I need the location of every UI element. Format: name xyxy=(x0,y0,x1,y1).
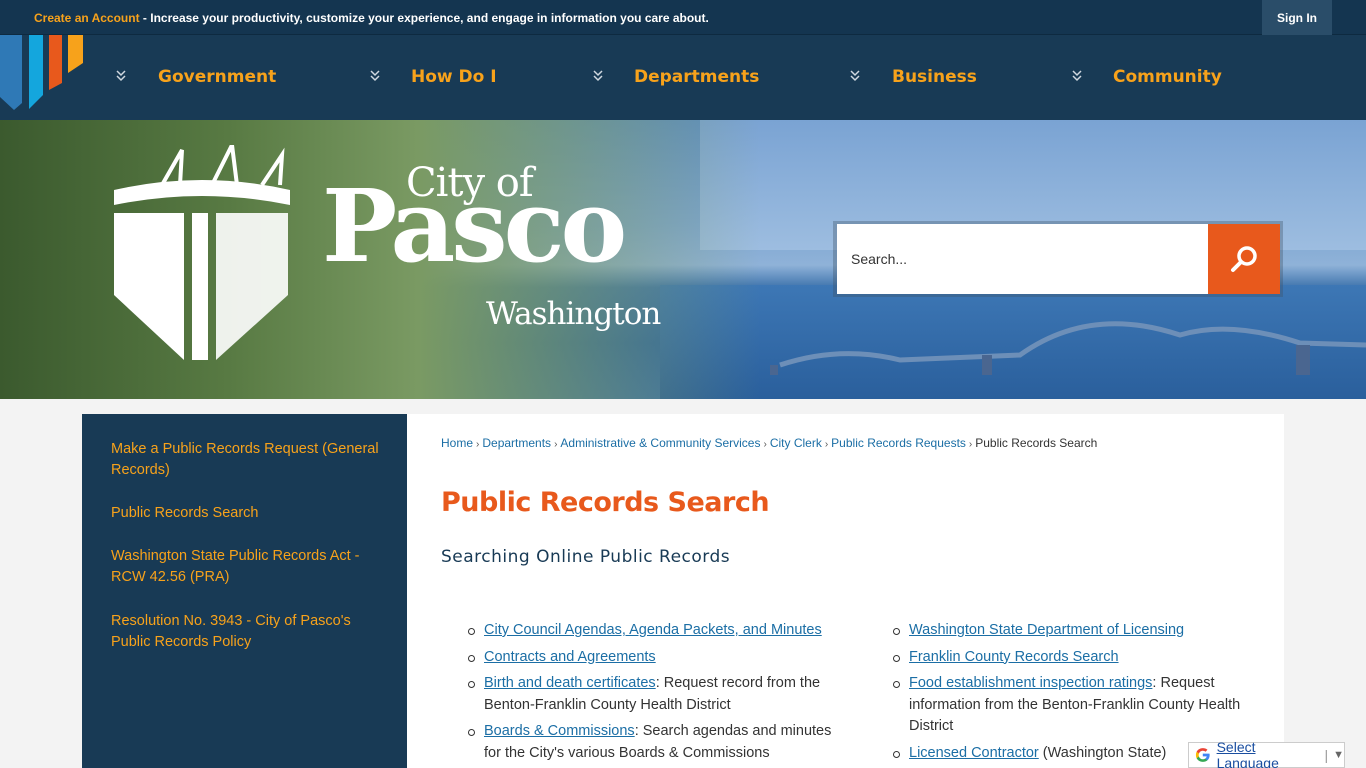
chevron-down-icon xyxy=(850,70,860,82)
page-title: Public Records Search xyxy=(441,487,770,518)
logo-stripes-icon xyxy=(0,35,83,110)
language-separator: | xyxy=(1324,747,1329,763)
breadcrumb-separator: › xyxy=(968,439,973,450)
breadcrumb-public-records-requests[interactable]: Public Records Requests xyxy=(831,436,966,450)
dropdown-arrow-icon: ▼ xyxy=(1333,749,1344,761)
nav-label: How Do I xyxy=(411,67,497,87)
chevron-down-icon xyxy=(116,70,126,82)
birth-death-certificates-link[interactable]: Birth and death certificates xyxy=(484,675,656,691)
boards-commissions-link[interactable]: Boards & Commissions xyxy=(484,723,635,739)
chevron-down-icon xyxy=(1072,70,1082,82)
language-selector[interactable]: Select Language | ▼ xyxy=(1188,739,1345,768)
nav-label: Departments xyxy=(634,67,760,87)
breadcrumb-city-clerk[interactable]: City Clerk xyxy=(770,436,822,450)
breadcrumb-separator: › xyxy=(824,439,829,450)
breadcrumb-current: Public Records Search xyxy=(975,436,1098,450)
wa-dol-link[interactable]: Washington State Department of Licensing xyxy=(909,622,1184,638)
list-item-text: (Washington State) xyxy=(1038,744,1167,761)
create-account-link[interactable]: Create an Account xyxy=(34,11,140,25)
bridge-image xyxy=(770,321,1366,375)
sidebar-item-public-records-search[interactable]: Public Records Search xyxy=(111,503,381,524)
list-item: Franklin County Records Search xyxy=(893,647,1253,669)
food-inspection-link[interactable]: Food establishment inspection ratings xyxy=(909,675,1152,691)
logo-washington: Washington xyxy=(486,296,661,332)
nav-label: Business xyxy=(892,67,977,87)
list-item: Food establishment inspection ratings: R… xyxy=(893,673,1253,738)
chevron-down-icon xyxy=(593,70,603,82)
breadcrumb-separator: › xyxy=(554,439,558,450)
main-nav: Government How Do I Departments Business… xyxy=(0,35,1366,120)
list-item: Boards & Commissions: Search agendas and… xyxy=(468,721,838,764)
nav-label: Government xyxy=(158,67,277,87)
google-g-icon xyxy=(1195,748,1210,762)
breadcrumb-admin-community-services[interactable]: Administrative & Community Services xyxy=(560,436,760,450)
records-list-left: City Council Agendas, Agenda Packets, an… xyxy=(468,620,838,768)
search-icon xyxy=(1231,246,1257,272)
contracts-link[interactable]: Contracts and Agreements xyxy=(484,649,656,665)
breadcrumb-separator: › xyxy=(476,439,480,450)
breadcrumb: Home › Departments › Administrative & Commun… xyxy=(441,436,1097,450)
sign-in-button[interactable]: Sign In xyxy=(1262,0,1332,35)
city-logo-shield-icon xyxy=(114,145,290,360)
page-subtitle: Searching Online Public Records xyxy=(441,547,731,567)
search-button[interactable] xyxy=(1208,224,1280,294)
breadcrumb-separator: › xyxy=(763,439,767,450)
list-item: Washington State Department of Licensing xyxy=(893,620,1253,642)
sidebar-item-resolution-3943[interactable]: Resolution No. 3943 - City of Pasco's Pu… xyxy=(111,611,381,653)
sidebar-item-public-records-act[interactable]: Washington State Public Records Act - RC… xyxy=(111,546,381,588)
licensed-contractor-link[interactable]: Licensed Contractor xyxy=(909,745,1039,761)
list-item: Birth and death certificates: Request re… xyxy=(468,673,838,716)
sidebar: Make a Public Records Request (General R… xyxy=(82,414,407,768)
sidebar-item-public-records-request[interactable]: Make a Public Records Request (General R… xyxy=(111,439,381,481)
logo-pasco: Pasco xyxy=(322,167,627,285)
franklin-county-records-link[interactable]: Franklin County Records Search xyxy=(909,649,1119,665)
list-item: Contracts and Agreements xyxy=(468,647,838,669)
search-input[interactable] xyxy=(837,224,1208,294)
account-message-text: - Increase your productivity, customize … xyxy=(139,11,709,25)
list-item: City Council Agendas, Agenda Packets, an… xyxy=(468,620,838,642)
select-language-label: Select Language xyxy=(1216,739,1279,768)
council-agendas-link[interactable]: City Council Agendas, Agenda Packets, an… xyxy=(484,622,822,638)
account-message: Create an Account - Increase your produc… xyxy=(34,11,709,25)
utility-bar: Create an Account - Increase your produc… xyxy=(0,0,1366,35)
chevron-down-icon xyxy=(370,70,380,82)
breadcrumb-departments[interactable]: Departments xyxy=(482,436,551,450)
breadcrumb-home[interactable]: Home xyxy=(441,436,473,450)
nav-label: Community xyxy=(1113,67,1222,87)
